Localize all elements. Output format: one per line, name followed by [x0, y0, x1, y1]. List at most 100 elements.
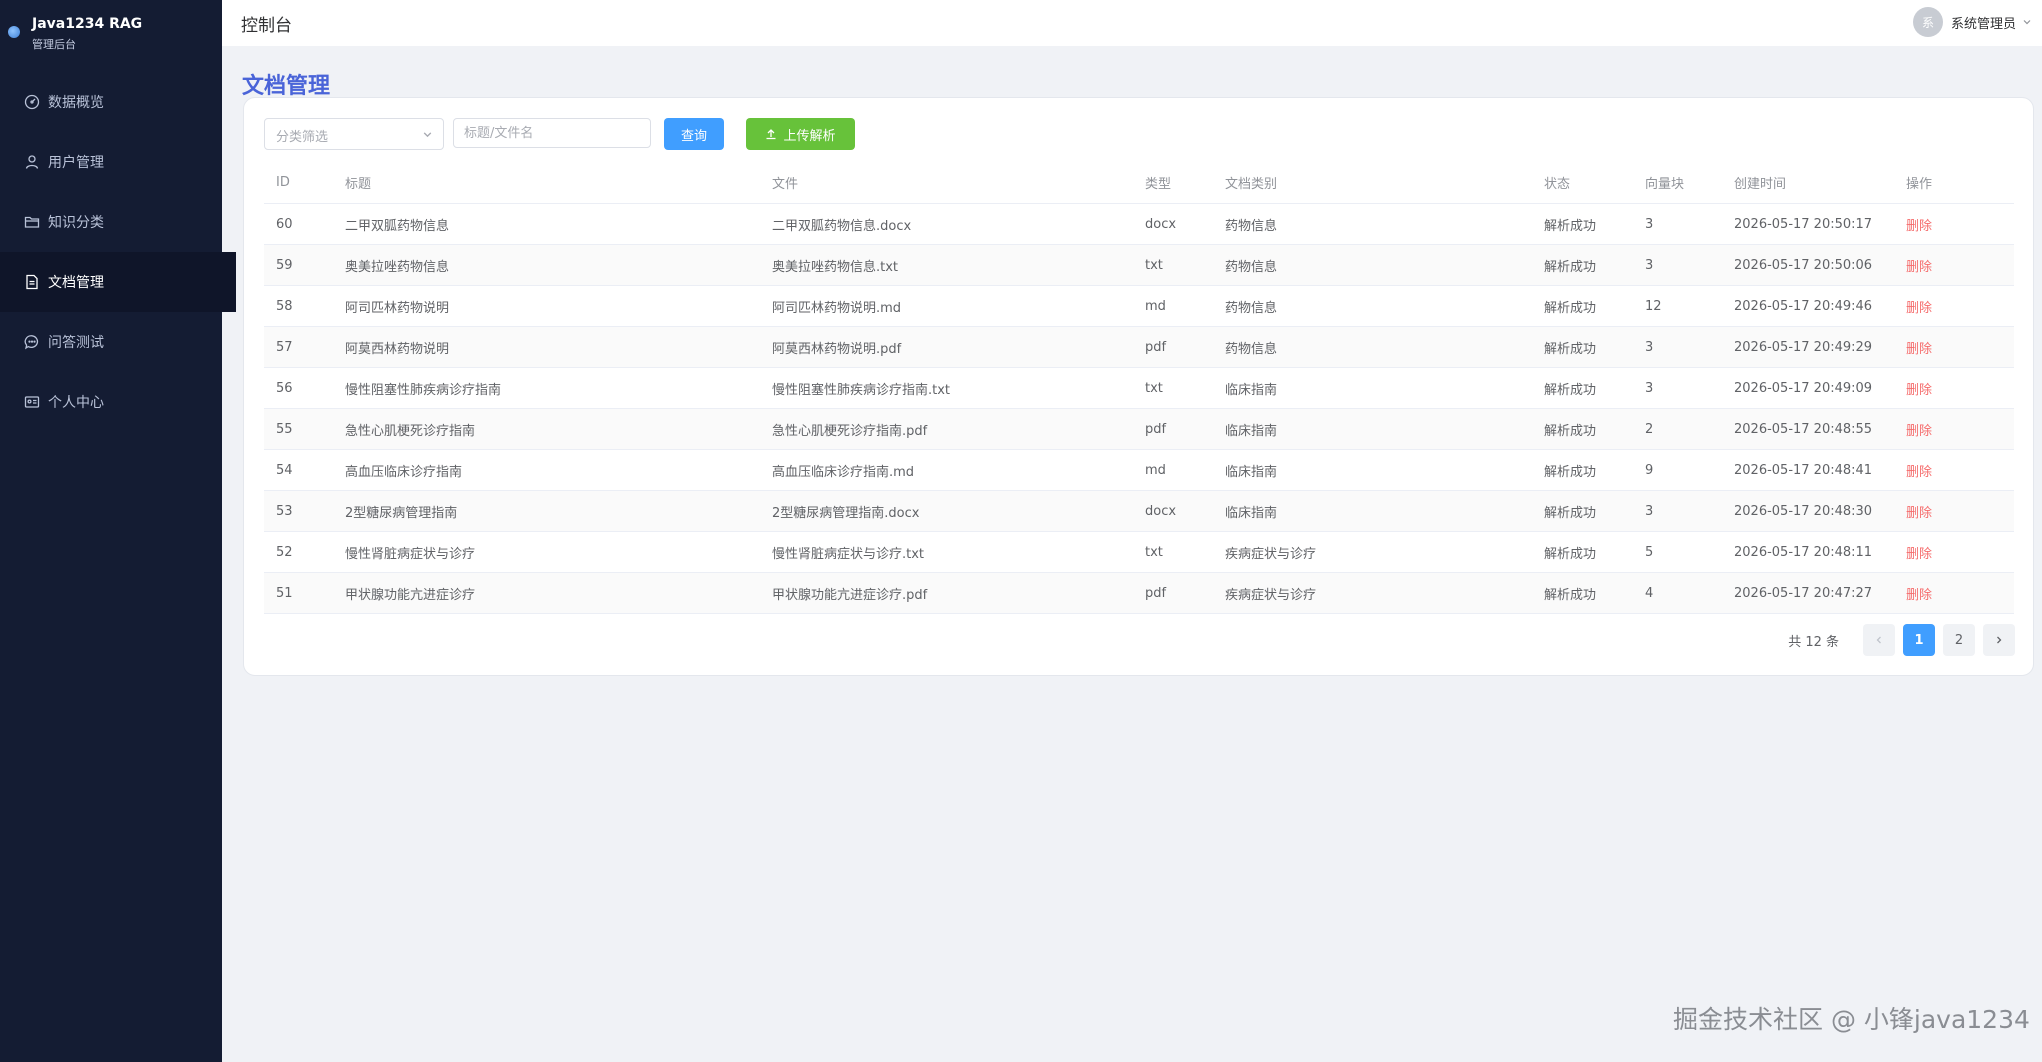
cell-category: 临床指南	[1225, 505, 1278, 521]
page-button-1[interactable]: 1	[1903, 624, 1935, 656]
table-row: 57 阿莫西林药物说明 阿莫西林药物说明.pdf pdf 药物信息 解析成功 3 2026-0…	[264, 327, 2014, 368]
delete-link[interactable]: 删除	[1906, 256, 1932, 275]
table-row: 54 高血压临床诊疗指南 高血压临床诊疗指南.md md 临床指南 解析成功 9 2026-0…	[264, 450, 2014, 491]
chevron-down-icon	[423, 132, 432, 138]
cell-actions: 删除	[1906, 532, 1932, 572]
upload-parse-button[interactable]: 上传解析	[746, 118, 855, 150]
delete-link[interactable]: 删除	[1906, 584, 1932, 603]
column-header-id: ID	[276, 175, 290, 190]
column-header-category: 文档类别	[1225, 177, 1278, 192]
search-input[interactable]	[453, 118, 651, 148]
table-row: 60 二甲双胍药物信息 二甲双胍药物信息.docx docx 药物信息 解析成功 3 2026…	[264, 204, 2014, 245]
cell-created: 2026-05-17 20:49:09	[1734, 380, 1873, 396]
delete-link[interactable]: 删除	[1906, 543, 1932, 562]
cell-category: 临床指南	[1225, 423, 1278, 439]
cell-title: 高血压临床诊疗指南	[345, 464, 463, 480]
delete-link[interactable]: 删除	[1906, 420, 1932, 439]
cell-type: docx	[1145, 216, 1177, 232]
cell-actions: 删除	[1906, 450, 1932, 490]
cell-category: 疾病症状与诊疗	[1225, 587, 1317, 603]
avatar: 系	[1912, 7, 1943, 37]
cell-created: 2026-05-17 20:50:06	[1734, 257, 1873, 273]
cell-created: 2026-05-17 20:48:11	[1734, 544, 1873, 560]
sidebar-item-dashboard[interactable]: 数据概览	[0, 72, 222, 132]
cell-status: 解析成功	[1544, 259, 1597, 275]
cell-id: 57	[276, 339, 293, 355]
cell-created: 2026-05-17 20:47:27	[1734, 585, 1873, 601]
cell-file: 2型糖尿病管理指南.docx	[772, 505, 920, 521]
sidebar-item-users[interactable]: 用户管理	[0, 132, 222, 192]
cell-title: 慢性阻塞性肺疾病诊疗指南	[345, 382, 502, 398]
cell-file: 二甲双胍药物信息.docx	[772, 218, 912, 234]
chevron-down-icon	[2023, 20, 2031, 25]
sidebar-item-label: 问答测试	[48, 335, 104, 351]
sidebar-item-qa-test[interactable]: 问答测试	[0, 312, 222, 372]
delete-link[interactable]: 删除	[1906, 338, 1932, 357]
sidebar: Java1234 RAG 管理后台 数据概览 用户管理 知识分类 文档管理 问答…	[0, 0, 236, 1062]
chevron-right-icon	[1997, 636, 2002, 644]
pagination: 共 12 条 1 2	[1788, 624, 2015, 656]
table-row: 51 甲状腺功能亢进症诊疗 甲状腺功能亢进症诊疗.pdf pdf 疾病症状与诊疗 解析成功…	[264, 573, 2014, 614]
cell-actions: 删除	[1906, 368, 1932, 408]
table-header-row: ID 标题 文件 类型 文档类别 状态 向量块 创建时间 操作	[264, 162, 2014, 204]
documents-card: 分类筛选 查询 上传解析 ID 标题 文件 类型 文档类别 状态 向量块 创建时…	[243, 97, 2034, 676]
cell-category: 药物信息	[1225, 218, 1278, 234]
cell-title: 急性心肌梗死诊疗指南	[345, 423, 476, 439]
cell-actions: 删除	[1906, 327, 1932, 367]
cell-type: docx	[1145, 503, 1177, 519]
cell-created: 2026-05-17 20:48:55	[1734, 421, 1873, 437]
cell-created: 2026-05-17 20:48:41	[1734, 462, 1873, 478]
upload-parse-label: 上传解析	[783, 128, 836, 144]
next-page-button[interactable]	[1983, 624, 2015, 656]
delete-link[interactable]: 删除	[1906, 461, 1932, 480]
cell-created: 2026-05-17 20:49:46	[1734, 298, 1873, 314]
cell-vectors: 3	[1645, 503, 1654, 519]
cell-type: pdf	[1145, 585, 1167, 601]
sidebar-item-label: 知识分类	[48, 215, 104, 231]
cell-vectors: 3	[1645, 339, 1654, 355]
delete-link[interactable]: 删除	[1906, 215, 1932, 234]
query-button[interactable]: 查询	[664, 118, 724, 150]
page-button-2[interactable]: 2	[1943, 624, 1975, 656]
profile-card-icon	[24, 394, 40, 410]
brand-subtitle: 管理后台	[32, 38, 76, 51]
cell-type: txt	[1145, 544, 1163, 560]
column-header-vectors: 向量块	[1645, 177, 1685, 192]
cell-file: 急性心肌梗死诊疗指南.pdf	[772, 423, 928, 439]
cell-title: 甲状腺功能亢进症诊疗	[345, 587, 476, 603]
document-icon	[24, 274, 40, 290]
cell-category: 药物信息	[1225, 341, 1278, 357]
cell-type: pdf	[1145, 339, 1167, 355]
cell-title: 阿莫西林药物说明	[345, 341, 450, 357]
cell-title: 慢性肾脏病症状与诊疗	[345, 546, 476, 562]
user-menu[interactable]: 系 系统管理员	[1912, 6, 2032, 38]
sidebar-item-label: 用户管理	[48, 155, 104, 171]
cell-vectors: 4	[1645, 585, 1654, 601]
cell-created: 2026-05-17 20:49:29	[1734, 339, 1873, 355]
cell-id: 54	[276, 462, 293, 478]
column-header-title: 标题	[345, 177, 372, 192]
delete-link[interactable]: 删除	[1906, 297, 1932, 316]
sidebar-item-profile[interactable]: 个人中心	[0, 372, 222, 432]
column-header-actions: 操作	[1906, 177, 1933, 192]
cell-category: 临床指南	[1225, 464, 1278, 480]
sidebar-item-categories[interactable]: 知识分类	[0, 192, 222, 252]
cell-title: 2型糖尿病管理指南	[345, 505, 458, 521]
cell-actions: 删除	[1906, 409, 1932, 449]
cell-id: 55	[276, 421, 293, 437]
cell-actions: 删除	[1906, 573, 1932, 613]
delete-link[interactable]: 删除	[1906, 502, 1932, 521]
prev-page-button[interactable]	[1863, 624, 1895, 656]
chevron-left-icon	[1876, 636, 1881, 644]
sidebar-item-label: 数据概览	[48, 95, 104, 111]
category-filter-select[interactable]: 分类筛选	[264, 118, 444, 150]
sidebar-item-documents[interactable]: 文档管理	[0, 252, 236, 312]
cell-title: 奥美拉唑药物信息	[345, 259, 450, 275]
sidebar-item-label: 文档管理	[48, 275, 104, 291]
cell-vectors: 2	[1645, 421, 1654, 437]
cell-type: md	[1145, 298, 1166, 314]
sidebar-item-label: 个人中心	[48, 395, 104, 411]
cell-actions: 删除	[1906, 245, 1932, 285]
delete-link[interactable]: 删除	[1906, 379, 1932, 398]
cell-status: 解析成功	[1544, 382, 1597, 398]
